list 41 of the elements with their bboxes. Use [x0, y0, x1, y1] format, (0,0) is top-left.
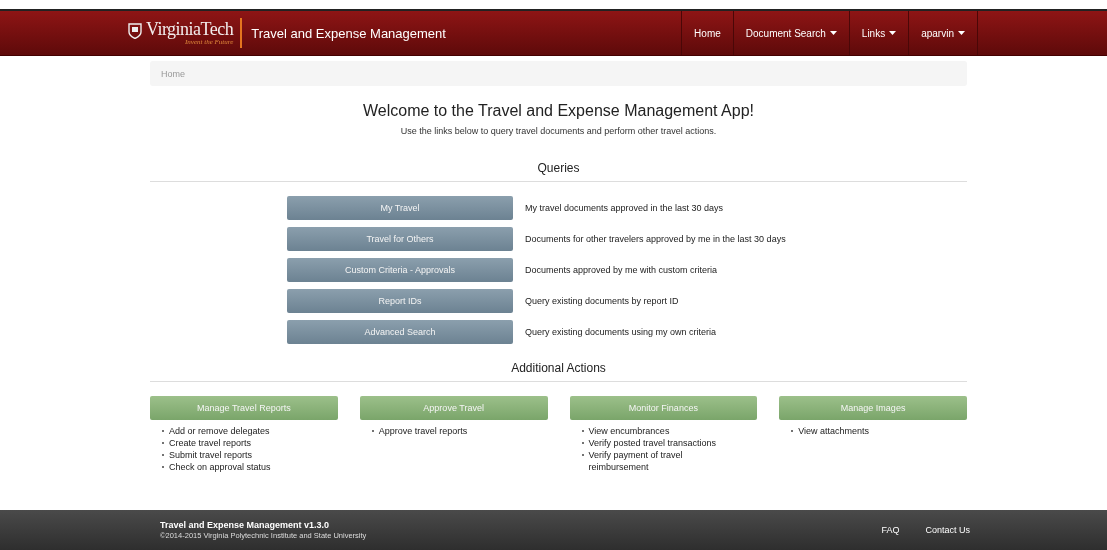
action-item: Verify payment of travel reimbursement — [588, 449, 684, 473]
welcome-subtitle: Use the links below to query travel documents and perform other travel actions. — [399, 126, 718, 136]
action-item: Check on approval status — [169, 461, 271, 473]
action-item: Submit travel reports — [169, 449, 253, 461]
caret-icon — [889, 31, 897, 35]
query-description: Query existing documents using my own criteria — [525, 327, 717, 337]
action-item: Verify posted travel transactions — [588, 437, 717, 449]
breadcrumb-link[interactable]: Home — [161, 68, 185, 79]
action-button[interactable]: Manage Images — [779, 396, 967, 420]
action-item: Create travel reports — [169, 437, 252, 449]
footer-link[interactable]: FAQ — [881, 525, 900, 535]
action-button[interactable]: Manage Travel Reports — [150, 396, 338, 420]
query-button[interactable]: Custom Criteria - Approvals — [287, 258, 513, 282]
caret-icon — [829, 31, 837, 35]
nav-link[interactable]: aparvin — [908, 11, 978, 55]
section-heading: Additional Actions — [150, 361, 967, 382]
nav-link[interactable]: Links — [848, 11, 909, 55]
query-button[interactable]: Advanced Search — [287, 320, 513, 344]
query-button[interactable]: My Travel — [287, 196, 513, 220]
logo-text[interactable]: VirginiaTech — [146, 20, 234, 38]
nav-link[interactable]: Document Search — [732, 11, 849, 55]
welcome-title: Welcome to the Travel and Expense Management App! — [361, 102, 755, 120]
caret-icon — [958, 31, 965, 35]
action-button[interactable]: Approve Travel — [359, 396, 548, 420]
query-button[interactable]: Travel for Others — [287, 227, 513, 251]
query-description: Documents approved by me with custom criteria — [525, 265, 718, 275]
shield-logo-icon — [128, 23, 142, 39]
section-heading: Queries — [150, 161, 967, 182]
action-item: View encumbrances — [588, 425, 670, 437]
app-title[interactable]: Travel and Expense Management — [251, 25, 446, 41]
footer-link[interactable]: Contact Us — [925, 525, 970, 535]
action-button[interactable]: Monitor Finances — [569, 396, 758, 420]
action-item: View attachments — [798, 425, 870, 437]
footer-title: Travel and Expense Management v1.3.0 — [160, 520, 331, 530]
query-description: Documents for other travelers approved by me in the last 30 days — [525, 234, 786, 244]
nav-link[interactable]: Home — [681, 11, 733, 55]
action-item: Approve travel reports — [378, 425, 468, 437]
query-button[interactable]: Report IDs — [287, 289, 513, 313]
action-item: Add or remove delegates — [169, 425, 270, 437]
query-description: Query existing documents by report ID — [525, 296, 679, 306]
query-description: My travel documents approved in the last 30 days — [525, 203, 724, 213]
